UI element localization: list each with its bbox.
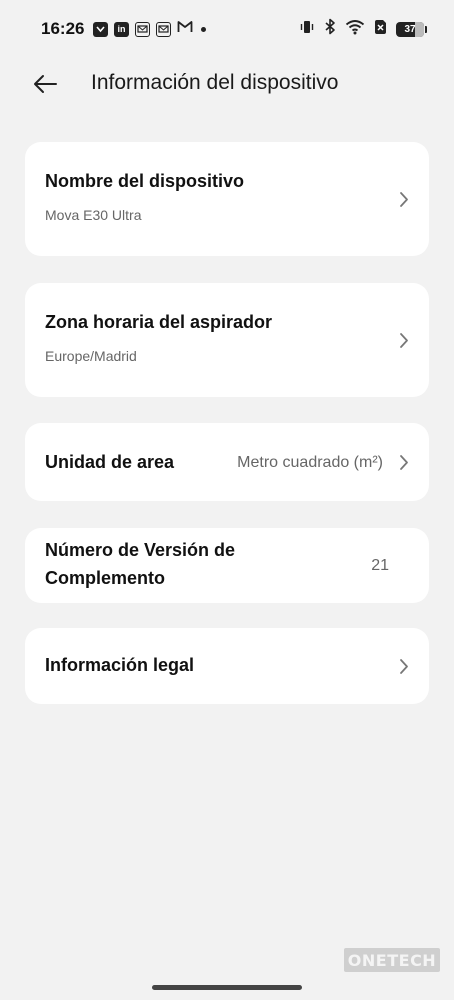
no-sim-icon [374,19,387,40]
area-unit-label: Unidad de area [45,452,175,472]
battery-icon: 37 [396,21,427,37]
notification-app-icon [93,21,108,37]
message-icon [156,21,171,37]
chevron-right-icon [397,657,411,675]
app-header: Información del dispositivo [0,58,454,110]
back-button[interactable] [28,68,62,100]
time-zone-label: Zona horaria del aspirador [45,312,273,332]
bluetooth-icon [324,18,336,40]
plugin-version-row: Número de Versión de Complemento 21 [25,528,429,603]
device-name-row[interactable]: Nombre del dispositivo Mova E30 Ultra [25,142,429,256]
status-time: 16:26 [41,19,85,38]
device-name-value: Mova E30 Ultra [45,207,142,223]
gmail-icon [177,20,193,38]
onetech-watermark: ONETECH [344,948,440,972]
status-bar: 16:26 in 37 [0,0,454,58]
plugin-version-value: 21 [371,557,389,574]
legal-info-row[interactable]: Información legal [25,628,429,704]
message-icon [135,21,150,37]
chevron-right-icon [397,453,411,471]
vibrate-icon [299,19,315,40]
page-title: Información del dispositivo [91,71,339,94]
area-unit-row[interactable]: Unidad de area Metro cuadrado (m²) [25,423,429,501]
plugin-version-label-line2: Complemento [45,568,166,588]
plugin-version-label-line1: Número de Versión de [45,540,236,560]
legal-info-label: Información legal [45,655,195,675]
device-name-label: Nombre del dispositivo [45,171,245,191]
wifi-icon [345,19,365,40]
area-unit-value: Metro cuadrado (m²) [237,454,383,471]
chevron-right-icon [397,331,411,349]
time-zone-row[interactable]: Zona horaria del aspirador Europe/Madrid [25,283,429,397]
notification-icons: in [93,21,206,37]
linkedin-icon: in [114,21,129,37]
time-zone-value: Europe/Madrid [45,348,137,364]
home-indicator[interactable] [152,985,302,990]
system-icons: 37 [299,18,427,40]
battery-level: 37 [404,23,416,35]
chevron-right-icon [397,190,411,208]
arrow-left-icon [34,75,57,93]
more-dot-icon [201,26,206,32]
